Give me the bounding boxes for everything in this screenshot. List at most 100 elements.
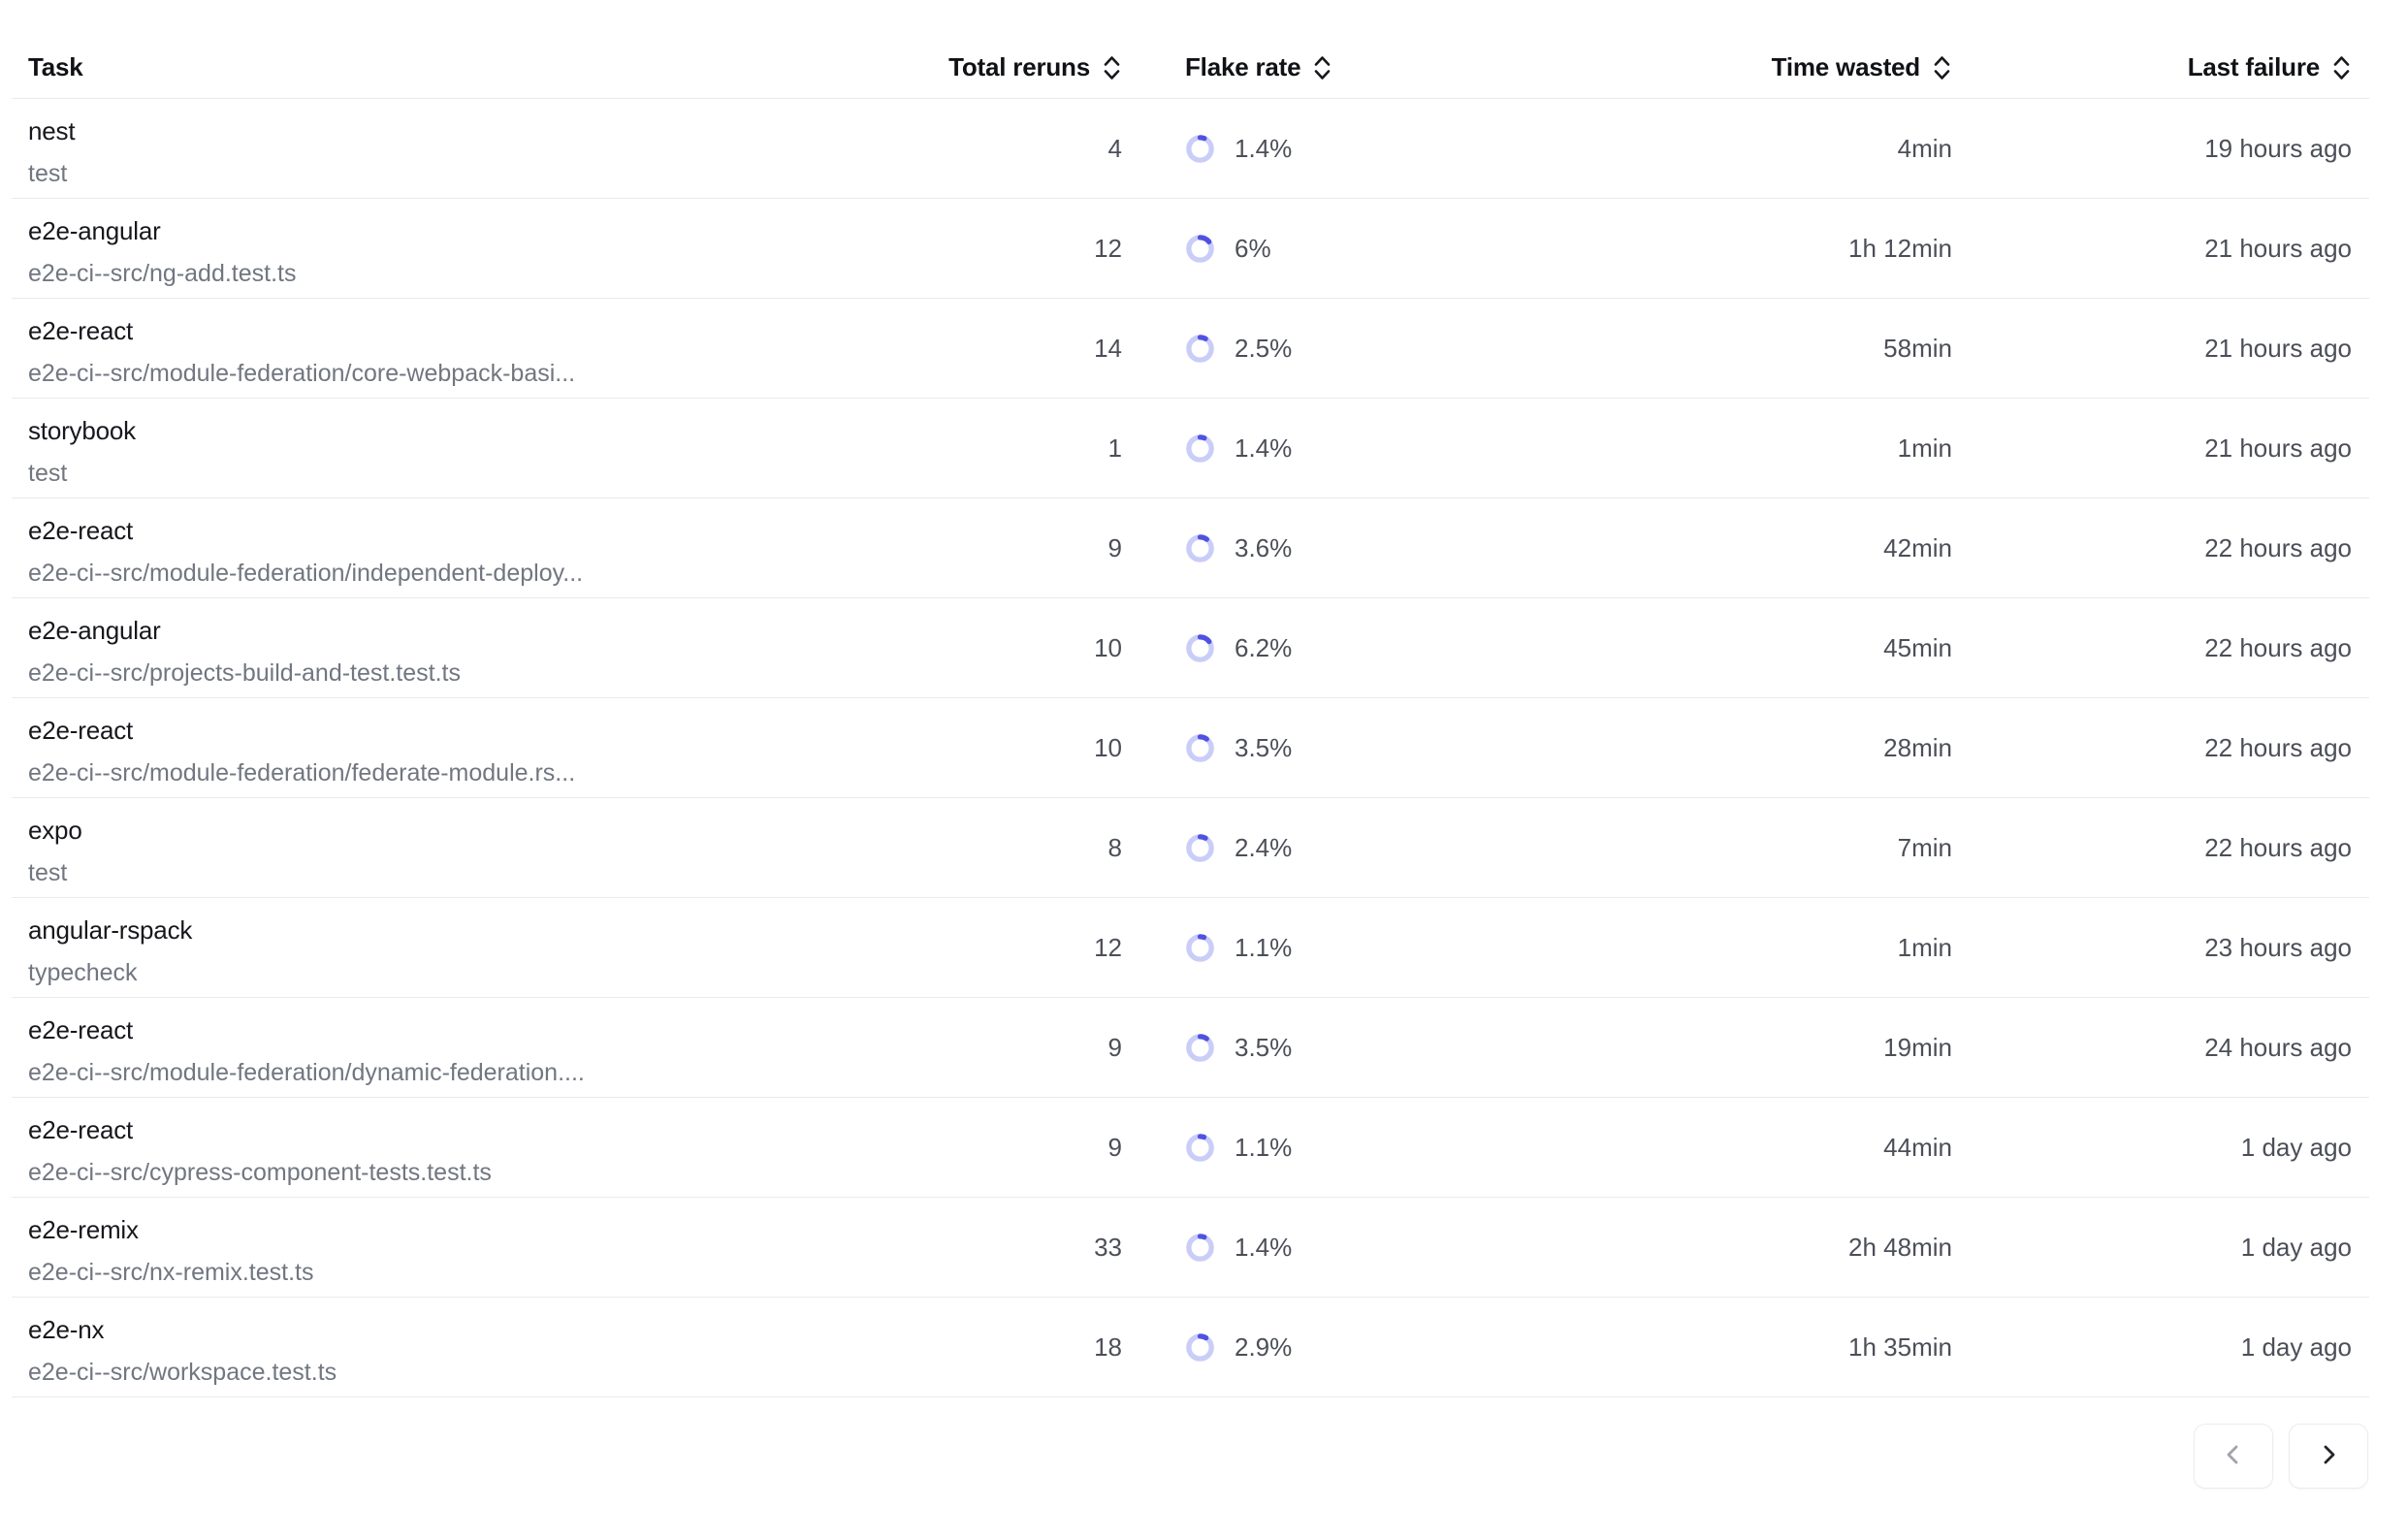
flake-rate-value: 6% [1235,234,1271,264]
task-cell: e2e-react e2e-ci--src/module-federation/… [12,306,831,390]
flake-rate-value: 6.2% [1235,633,1292,663]
table-row[interactable]: expo test 8 2.4% 7min 22 hours ago [12,798,2369,898]
table-row[interactable]: e2e-react e2e-ci--src/module-federation/… [12,698,2369,798]
task-target: typecheck [28,956,831,989]
task-cell: e2e-angular e2e-ci--src/ng-add.test.ts [12,207,831,290]
previous-page-button[interactable] [2194,1424,2273,1489]
task-name: e2e-remix [28,1213,831,1246]
table-row[interactable]: angular-rspack typecheck 12 1.1% 1min 23… [12,898,2369,998]
flake-rate-donut-icon [1185,1233,1215,1263]
flake-rate-value: 2.5% [1235,334,1292,364]
flake-rate-value: 3.5% [1235,1033,1292,1063]
sort-icon [1932,53,1952,82]
task-name: storybook [28,414,831,447]
table-row[interactable]: e2e-angular e2e-ci--src/projects-build-a… [12,598,2369,698]
flake-rate-value: 1.1% [1235,933,1292,963]
time-wasted-cell: 45min [1607,633,1952,663]
total-reruns-cell: 14 [831,334,1122,364]
chevron-left-icon [2220,1441,2247,1471]
task-target: test [28,157,831,190]
task-name: angular-rspack [28,914,831,946]
total-reruns-cell: 10 [831,733,1122,763]
task-cell: e2e-angular e2e-ci--src/projects-build-a… [12,606,831,690]
flake-rate-cell: 6.2% [1122,633,1607,663]
table-row[interactable]: storybook test 1 1.4% 1min 21 hours ago [12,399,2369,498]
flaky-tasks-table: Task Total reruns Flake rate Time wasted… [12,0,2369,1397]
time-wasted-cell: 7min [1607,833,1952,863]
task-name: e2e-react [28,514,831,547]
column-header-last-failure[interactable]: Last failure [1952,52,2352,82]
flake-rate-donut-icon [1185,134,1215,164]
sort-icon [1102,53,1122,82]
flake-rate-value: 1.4% [1235,433,1292,464]
time-wasted-cell: 58min [1607,334,1952,364]
table-body: nest test 4 1.4% 4min 19 hours ago e2e-a… [12,99,2369,1397]
task-cell: nest test [12,107,831,190]
flake-rate-value: 1.4% [1235,134,1292,164]
task-target: e2e-ci--src/module-federation/independen… [28,557,831,590]
last-failure-cell: 21 hours ago [1952,234,2352,264]
flake-rate-donut-icon [1185,433,1215,464]
column-header-time-wasted[interactable]: Time wasted [1607,52,1952,82]
column-header-task: Task [12,52,831,82]
total-reruns-cell: 1 [831,433,1122,464]
task-cell: storybook test [12,406,831,490]
column-header-flake-rate[interactable]: Flake rate [1122,52,1607,82]
column-header-total-reruns-label: Total reruns [948,52,1090,82]
flake-rate-cell: 3.5% [1122,733,1607,763]
sort-icon [1312,53,1332,82]
time-wasted-cell: 1min [1607,433,1952,464]
task-cell: e2e-remix e2e-ci--src/nx-remix.test.ts [12,1205,831,1289]
total-reruns-cell: 33 [831,1233,1122,1263]
flake-rate-cell: 1.1% [1122,1133,1607,1163]
table-row[interactable]: e2e-nx e2e-ci--src/workspace.test.ts 18 … [12,1298,2369,1397]
table-row[interactable]: e2e-react e2e-ci--src/module-federation/… [12,998,2369,1098]
last-failure-cell: 22 hours ago [1952,633,2352,663]
last-failure-cell: 21 hours ago [1952,433,2352,464]
task-target: e2e-ci--src/workspace.test.ts [28,1356,831,1389]
time-wasted-cell: 44min [1607,1133,1952,1163]
task-cell: e2e-react e2e-ci--src/module-federation/… [12,506,831,590]
task-cell: e2e-react e2e-ci--src/module-federation/… [12,706,831,789]
task-target: e2e-ci--src/module-federation/core-webpa… [28,357,831,390]
task-target: test [28,856,831,889]
task-name: e2e-react [28,714,831,747]
flake-rate-donut-icon [1185,733,1215,763]
task-name: e2e-nx [28,1313,831,1346]
task-target: e2e-ci--src/module-federation/federate-m… [28,756,831,789]
table-row[interactable]: e2e-angular e2e-ci--src/ng-add.test.ts 1… [12,199,2369,299]
time-wasted-cell: 1min [1607,933,1952,963]
flake-rate-donut-icon [1185,933,1215,963]
flake-rate-cell: 2.9% [1122,1332,1607,1363]
task-name: e2e-react [28,1113,831,1146]
flake-rate-value: 3.6% [1235,533,1292,563]
table-row[interactable]: e2e-react e2e-ci--src/cypress-component-… [12,1098,2369,1198]
next-page-button[interactable] [2289,1424,2368,1489]
flake-rate-value: 1.1% [1235,1133,1292,1163]
table-row[interactable]: nest test 4 1.4% 4min 19 hours ago [12,99,2369,199]
task-cell: expo test [12,806,831,889]
flake-rate-cell: 1.1% [1122,933,1607,963]
task-target: e2e-ci--src/cypress-component-tests.test… [28,1156,831,1189]
flake-rate-cell: 3.5% [1122,1033,1607,1063]
task-cell: angular-rspack typecheck [12,906,831,989]
flake-rate-donut-icon [1185,833,1215,863]
time-wasted-cell: 42min [1607,533,1952,563]
time-wasted-cell: 2h 48min [1607,1233,1952,1263]
table-row[interactable]: e2e-remix e2e-ci--src/nx-remix.test.ts 3… [12,1198,2369,1298]
last-failure-cell: 19 hours ago [1952,134,2352,164]
task-name: expo [28,814,831,847]
column-header-total-reruns[interactable]: Total reruns [831,52,1122,82]
task-name: nest [28,114,831,147]
flake-rate-donut-icon [1185,1133,1215,1163]
last-failure-cell: 21 hours ago [1952,334,2352,364]
task-cell: e2e-react e2e-ci--src/module-federation/… [12,1006,831,1089]
table-header-row: Task Total reruns Flake rate Time wasted… [12,0,2369,99]
flake-rate-donut-icon [1185,234,1215,264]
flake-rate-value: 3.5% [1235,733,1292,763]
table-row[interactable]: e2e-react e2e-ci--src/module-federation/… [12,299,2369,399]
table-row[interactable]: e2e-react e2e-ci--src/module-federation/… [12,498,2369,598]
total-reruns-cell: 8 [831,833,1122,863]
task-cell: e2e-nx e2e-ci--src/workspace.test.ts [12,1305,831,1389]
last-failure-cell: 1 day ago [1952,1332,2352,1363]
